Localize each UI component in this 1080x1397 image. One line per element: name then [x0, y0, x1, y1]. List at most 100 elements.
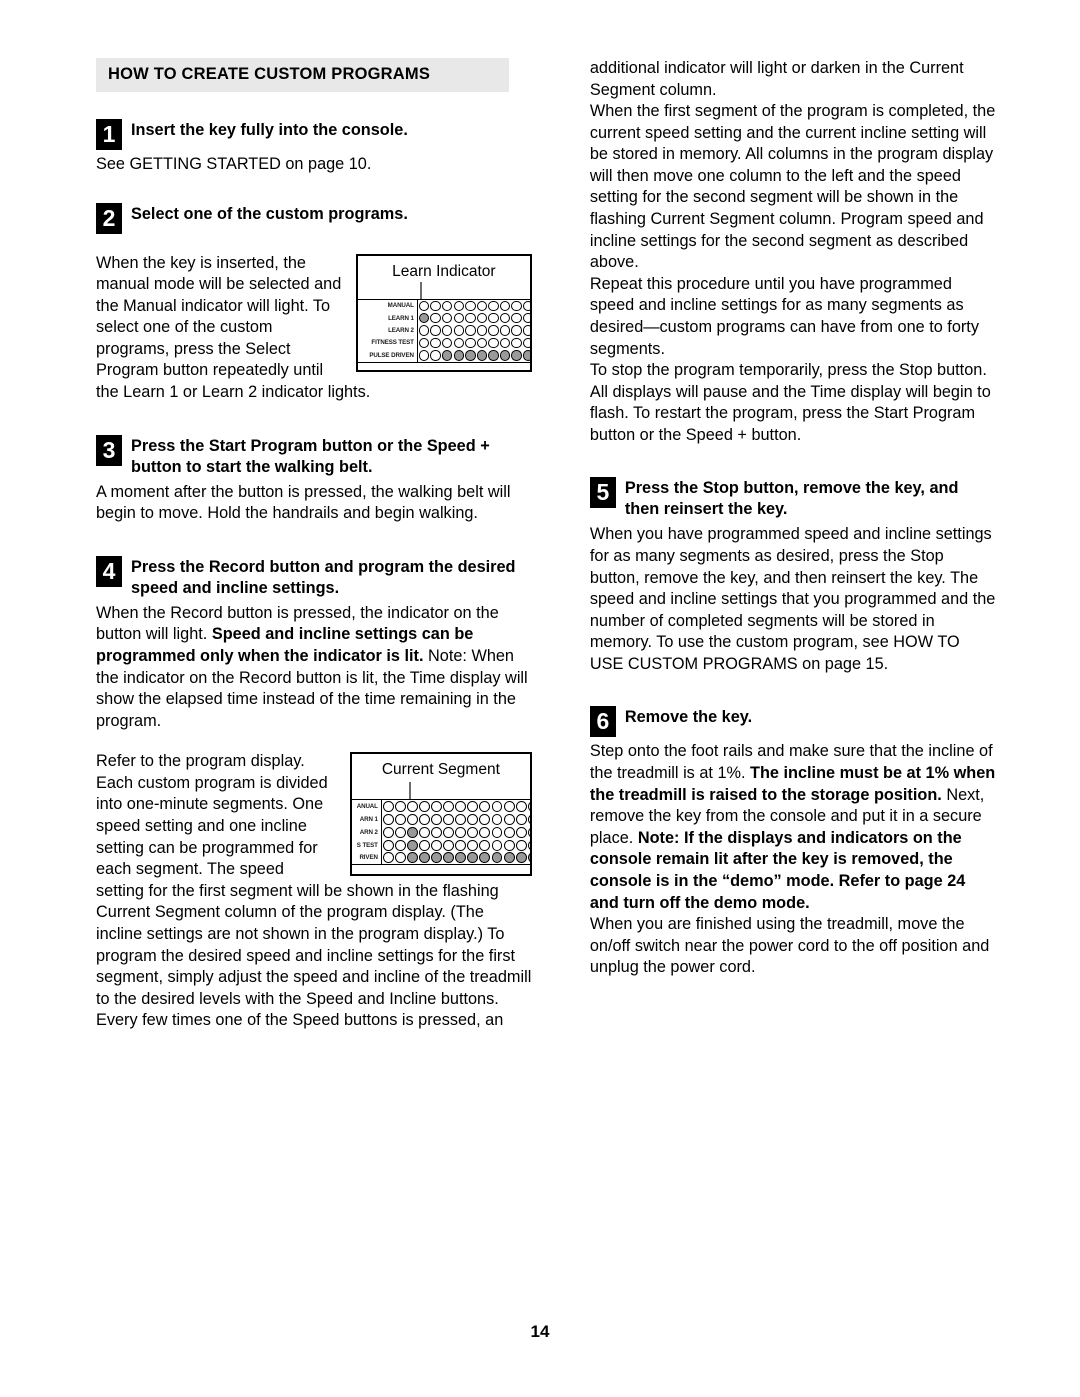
indicator-dot — [515, 826, 527, 838]
indicator-dot — [476, 337, 488, 349]
indicator-dot — [382, 826, 394, 838]
indicator-dot — [479, 852, 491, 864]
indicator-dot — [418, 300, 430, 311]
indicator-dot — [488, 337, 499, 349]
indicator-dot — [455, 852, 467, 864]
indicator-dot — [515, 801, 527, 813]
indicator-dot — [511, 350, 522, 361]
indicator-dot — [499, 312, 511, 324]
indicator-dot — [443, 814, 455, 825]
step-2-title: Select one of the custom programs. — [131, 204, 408, 223]
indicator-dot — [394, 801, 406, 813]
indicator-dot-row — [380, 838, 530, 852]
indicator-dot — [382, 852, 394, 864]
indicator-dot — [407, 826, 418, 838]
indicator-dot — [488, 312, 499, 324]
indicator-dot — [476, 325, 488, 336]
indicator-dot — [511, 337, 522, 349]
indicator-row-label: RIVEN — [359, 854, 378, 862]
step-2-body-with-figure: Learn Indicator MANUAL LEARN 1 LEARN 2 FITN… — [96, 253, 532, 404]
indicator-dot — [527, 814, 530, 825]
page-number: 14 — [530, 1322, 550, 1341]
indicator-dot — [407, 852, 418, 864]
current-segment-figure: Current Segment ANUAL ARN 1 ARN 2 S TEST RIV… — [349, 752, 532, 877]
indicator-dot — [476, 312, 488, 324]
indicator-dot — [431, 801, 443, 813]
indicator-dot — [465, 337, 476, 349]
indicator-dot — [419, 814, 430, 825]
indicator-dot — [503, 826, 515, 838]
two-column-layout: HOW TO CREATE CUSTOM PROGRAMS 1 Insert t… — [96, 58, 996, 1032]
current-segment-caption: Current Segment — [381, 761, 500, 779]
indicator-row: ANUAL — [352, 800, 530, 814]
step-4-body-with-figure: Current Segment ANUAL ARN 1 ARN 2 S TEST RIV… — [96, 751, 532, 1032]
indicator-dot — [453, 337, 464, 349]
indicator-dot — [465, 312, 476, 324]
indicator-dot — [499, 300, 511, 311]
indicator-row: PULSE DRIVEN — [358, 349, 530, 362]
indicator-dot — [382, 839, 394, 851]
step-6-number: 6 — [589, 706, 616, 738]
indicator-dot — [430, 312, 441, 324]
step-1-number: 1 — [96, 119, 122, 150]
indicator-dot — [430, 350, 441, 361]
indicator-row-label: FITNESS TEST — [371, 339, 414, 347]
indicator-dot — [488, 300, 499, 311]
step-3-title: Press the Start Program button or the Sp… — [131, 436, 490, 476]
step-5: 5 Press the Stop button, remove the key,… — [589, 476, 996, 520]
indicator-dot-row — [380, 813, 530, 826]
indicator-dot — [523, 337, 530, 349]
indicator-dot — [455, 814, 467, 825]
indicator-dot — [503, 839, 515, 851]
indicator-dot — [488, 350, 499, 361]
right-para-2: When the first segment of the program is… — [589, 102, 996, 272]
indicator-dot-row — [416, 311, 530, 325]
indicator-dot — [467, 826, 479, 838]
indicator-dot — [418, 325, 430, 336]
indicator-dot — [491, 814, 503, 825]
step-3-number: 3 — [96, 434, 122, 466]
indicator-dot — [503, 814, 515, 825]
indicator-dot — [465, 350, 476, 361]
indicator-dot — [455, 839, 467, 851]
indicator-dot — [430, 325, 441, 336]
indicator-dot — [523, 350, 530, 361]
indicator-dot — [394, 852, 406, 864]
indicator-dot — [453, 300, 464, 311]
indicator-row-label: ANUAL — [356, 803, 378, 811]
step-1-title: Insert the key fully into the console. — [131, 121, 408, 139]
indicator-dot — [419, 852, 430, 864]
indicator-dot — [488, 325, 499, 336]
indicator-dot — [453, 312, 464, 324]
right-para-3: Repeat this procedure until you have pro… — [589, 274, 979, 358]
step-3-body: A moment after the button is pressed, th… — [96, 482, 511, 523]
indicator-row-label: ARN 1 — [359, 816, 378, 823]
indicator-row: LEARN 1 — [358, 311, 530, 325]
indicator-dot — [479, 839, 491, 851]
indicator-dot — [455, 801, 467, 813]
indicator-dot — [476, 300, 488, 311]
indicator-dot — [443, 852, 455, 864]
step-6-title: Remove the key. — [624, 708, 753, 727]
indicator-dot — [419, 801, 430, 813]
indicator-dot-row — [416, 324, 530, 337]
indicator-dot — [476, 350, 488, 361]
indicator-dot-row — [416, 299, 530, 312]
indicator-dot — [511, 300, 522, 311]
indicator-row-label: LEARN 2 — [388, 327, 414, 335]
indicator-dot — [527, 852, 530, 864]
indicator-row-label: ARN 2 — [359, 828, 378, 836]
indicator-dot — [442, 337, 453, 349]
learn-indicator-grid: MANUAL LEARN 1 LEARN 2 FITNESS TEST PULSE DR… — [357, 298, 530, 363]
indicator-row-label: PULSE DRIVEN — [369, 351, 414, 359]
indicator-dot — [491, 852, 503, 864]
indicator-dot — [479, 801, 491, 813]
current-segment-grid: ANUAL ARN 1 ARN 2 S TEST RIVEN — [351, 799, 530, 866]
indicator-dot — [479, 814, 491, 825]
step-4: 4 Press the Record button and program th… — [96, 555, 532, 599]
step-6-body-2: When you are finished using the treadmil… — [589, 915, 990, 977]
learn-indicator-figure: Learn Indicator MANUAL LEARN 1 LEARN 2 FITN… — [355, 253, 532, 372]
indicator-row: ARN 1 — [352, 813, 530, 826]
indicator-dot — [394, 839, 406, 851]
indicator-dot — [455, 826, 467, 838]
